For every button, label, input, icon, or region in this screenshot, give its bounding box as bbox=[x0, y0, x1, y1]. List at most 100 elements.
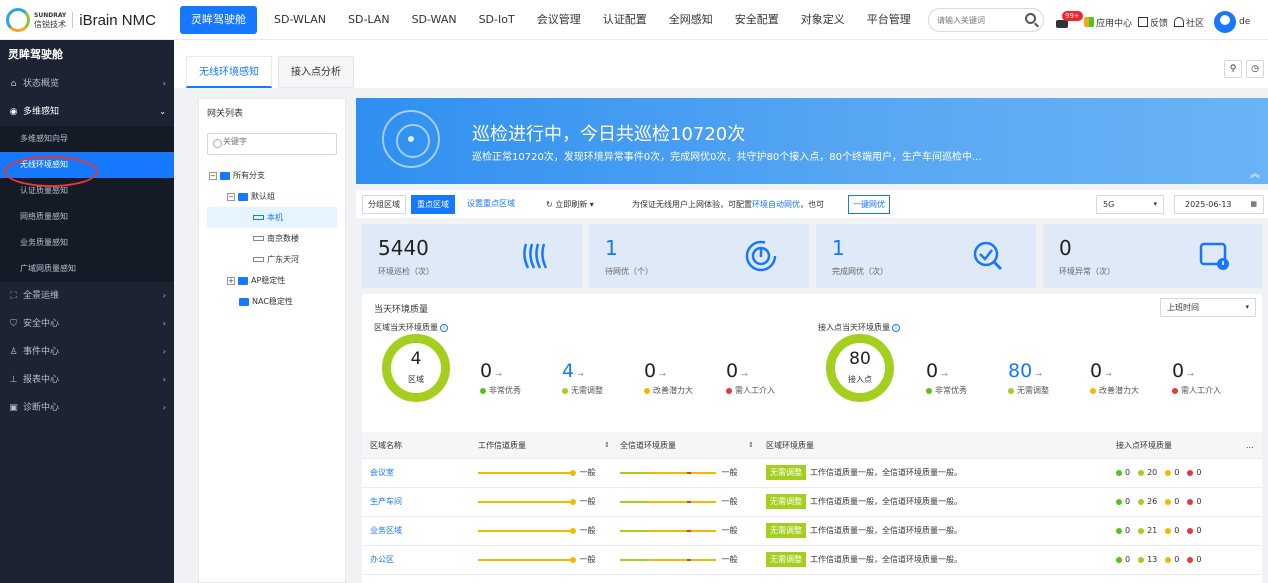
ap-count: 0 bbox=[1196, 526, 1202, 535]
search-icon[interactable] bbox=[1025, 13, 1036, 24]
tree-node-local[interactable]: 本机 bbox=[207, 207, 337, 228]
status-dot bbox=[1138, 498, 1145, 505]
one-click-optimize-button[interactable]: 一键网优 bbox=[848, 195, 890, 214]
set-key-area-link[interactable]: 设置重点区域 bbox=[462, 195, 520, 214]
card-value: 1 bbox=[605, 236, 618, 260]
band-select[interactable]: 5G ▾ bbox=[1096, 195, 1164, 214]
ap-count: 0 bbox=[1125, 555, 1131, 564]
tree-node-all-branches[interactable]: − 所有分支 bbox=[199, 165, 345, 186]
logo[interactable]: SUNDRAY 信锐技术 iBrain NMC bbox=[6, 8, 156, 32]
sidebar-item-perception[interactable]: ◉ 多维感知 ⌄ bbox=[0, 98, 174, 126]
sidebar-title: 灵眸驾驶舱 bbox=[8, 48, 63, 61]
col-work-channel[interactable]: 工作信道质量 bbox=[478, 432, 526, 459]
sidebar-sub-business-quality[interactable]: 业务质量感知 bbox=[0, 230, 174, 256]
nav-auth[interactable]: 认证配置 bbox=[592, 6, 658, 34]
region-stat-potential: 0 → 改善潜力大 bbox=[644, 360, 693, 396]
top-bar: SUNDRAY 信锐技术 iBrain NMC 灵眸驾驶舱 SD-WLAN SD… bbox=[0, 0, 1268, 40]
region-ring-label: 区域 bbox=[408, 375, 424, 384]
sort-icon[interactable]: ⇕ bbox=[604, 432, 610, 459]
area-link[interactable]: 生产车间 bbox=[370, 488, 402, 516]
auto-optimize-link[interactable]: 环境自动网优 bbox=[752, 200, 800, 209]
location-icon[interactable]: ⚲ bbox=[1224, 60, 1242, 78]
collapse-icon[interactable]: − bbox=[209, 171, 217, 180]
tree-node-ap-stability[interactable]: + AP稳定性 bbox=[199, 270, 345, 291]
status-dot bbox=[644, 387, 650, 394]
nav-platform[interactable]: 平台管理 bbox=[856, 6, 922, 34]
area-link[interactable]: 业务区域 bbox=[370, 517, 402, 545]
sidebar-item-reports[interactable]: ⊥ 报表中心 › bbox=[0, 366, 174, 394]
region-quality-desc: 工作信道质量一般，全信道环境质量一般。 bbox=[810, 468, 962, 477]
expand-icon[interactable]: + bbox=[227, 276, 235, 285]
status-dot bbox=[1138, 527, 1145, 534]
ap-count: 0 bbox=[1196, 555, 1202, 564]
tree-node-nanjing[interactable]: 南京数楼 bbox=[199, 228, 345, 249]
time-filter-select[interactable]: 上班时间 ▾ bbox=[1160, 298, 1256, 317]
quality-bar bbox=[620, 500, 716, 503]
status-dot bbox=[1116, 498, 1122, 505]
time-filter-value: 上班时间 bbox=[1167, 303, 1199, 312]
nav-objects[interactable]: 对象定义 bbox=[790, 6, 856, 34]
tab-ap-analysis[interactable]: 接入点分析 bbox=[278, 56, 354, 88]
status-dot bbox=[926, 387, 932, 394]
sidebar-item-security[interactable]: ⛉ 安全中心 › bbox=[0, 310, 174, 338]
device-icon bbox=[253, 215, 264, 220]
sidebar-item-diagnose[interactable]: ▣ 诊断中心 › bbox=[0, 394, 174, 422]
nav-sd-lan[interactable]: SD-LAN bbox=[337, 6, 401, 34]
nav-sd-wlan[interactable]: SD-WLAN bbox=[263, 6, 337, 34]
brand-top: SUNDRAY bbox=[34, 12, 67, 19]
info-icon[interactable]: i bbox=[892, 323, 900, 332]
chevron-double-up-icon[interactable]: ︽ bbox=[1250, 165, 1260, 180]
region-quality-cell: 无需调整 工作信道质量一般，全信道环境质量一般。 bbox=[766, 517, 962, 545]
user-avatar[interactable] bbox=[1214, 11, 1237, 33]
refresh-button[interactable]: ↻ 立即刷新 ▾ bbox=[546, 195, 594, 214]
nav-meeting[interactable]: 会议管理 bbox=[526, 6, 592, 34]
clock-icon[interactable]: ◷ bbox=[1246, 60, 1264, 78]
key-area-button[interactable]: 重点区域 bbox=[411, 195, 455, 214]
more-columns-icon[interactable]: ... bbox=[1246, 432, 1254, 459]
sidebar-sub-network-quality[interactable]: 网络质量感知 bbox=[0, 204, 174, 230]
sort-icon[interactable]: ⇕ bbox=[748, 432, 754, 459]
nav-cockpit[interactable]: 灵眸驾驶舱 bbox=[180, 6, 257, 34]
sidebar-sub-guide[interactable]: 多维感知向导 bbox=[0, 126, 174, 152]
sidebar-item-ops[interactable]: ⛶ 全景运维 › bbox=[0, 282, 174, 310]
nav-security[interactable]: 安全配置 bbox=[724, 6, 790, 34]
date-picker[interactable]: 2025-06-13 ▦ bbox=[1174, 195, 1264, 214]
info-icon[interactable]: i bbox=[440, 323, 448, 332]
community-link[interactable]: 社区 bbox=[1174, 16, 1204, 29]
nav-sd-iot[interactable]: SD-IoT bbox=[468, 6, 526, 34]
area-link[interactable]: 办公区 bbox=[370, 546, 394, 574]
work-channel-cell: 一般 bbox=[478, 488, 596, 516]
all-channel-cell: 一般 bbox=[620, 517, 738, 545]
sidebar-sub-wan-quality[interactable]: 广域网质量感知 bbox=[0, 256, 174, 282]
nav-sd-wan[interactable]: SD-WAN bbox=[401, 6, 468, 34]
feedback-link[interactable]: 反馈 bbox=[1138, 16, 1168, 29]
trend-flat-icon: → bbox=[741, 370, 748, 379]
tree-node-default-group[interactable]: − 默认组 bbox=[199, 186, 345, 207]
tree-node-guangdong[interactable]: 广东天河 bbox=[199, 249, 345, 270]
top-search-input[interactable] bbox=[937, 9, 1025, 31]
message-button[interactable]: 99+ bbox=[1056, 10, 1083, 29]
app-center-link[interactable]: 应用中心 bbox=[1084, 16, 1132, 29]
hint-text-mid: ，也可 bbox=[800, 200, 824, 209]
all-channel-value: 一般 bbox=[721, 555, 738, 564]
group-area-button[interactable]: 分组区域 bbox=[362, 195, 406, 214]
table-row: 会议室 一般 一般 无需调整 工作信道质量一般，全信道环境质量一般。 0 20 0 0 bbox=[362, 459, 1262, 488]
col-all-channel[interactable]: 全信道环境质量 bbox=[620, 432, 676, 459]
collapse-icon[interactable]: − bbox=[227, 192, 235, 201]
stat-value: 0 bbox=[1172, 360, 1185, 382]
person-icon: ♙ bbox=[9, 347, 18, 357]
gateway-search-input[interactable] bbox=[223, 137, 333, 146]
sidebar-item-events[interactable]: ♙ 事件中心 › bbox=[0, 338, 174, 366]
tab-wireless-env[interactable]: 无线环境感知 bbox=[186, 56, 272, 88]
tree-node-nac-stability[interactable]: NAC稳定性 bbox=[199, 291, 345, 312]
ap-quality-cell: 0 20 0 0 bbox=[1116, 459, 1209, 487]
status-dot bbox=[1138, 469, 1145, 476]
user-name[interactable]: de bbox=[1239, 17, 1250, 27]
sidebar-item-overview[interactable]: ⌂ 状态概览 › bbox=[0, 70, 174, 98]
card-value: 5440 bbox=[378, 236, 429, 260]
stat-label-text: 需人工介入 bbox=[1181, 386, 1221, 395]
ap-ring: 80 接入点 bbox=[826, 334, 894, 402]
nav-perception[interactable]: 全网感知 bbox=[658, 6, 724, 34]
card-env-inspection: 5440 环境巡检（次） bbox=[362, 224, 582, 288]
area-link[interactable]: 会议室 bbox=[370, 459, 394, 487]
